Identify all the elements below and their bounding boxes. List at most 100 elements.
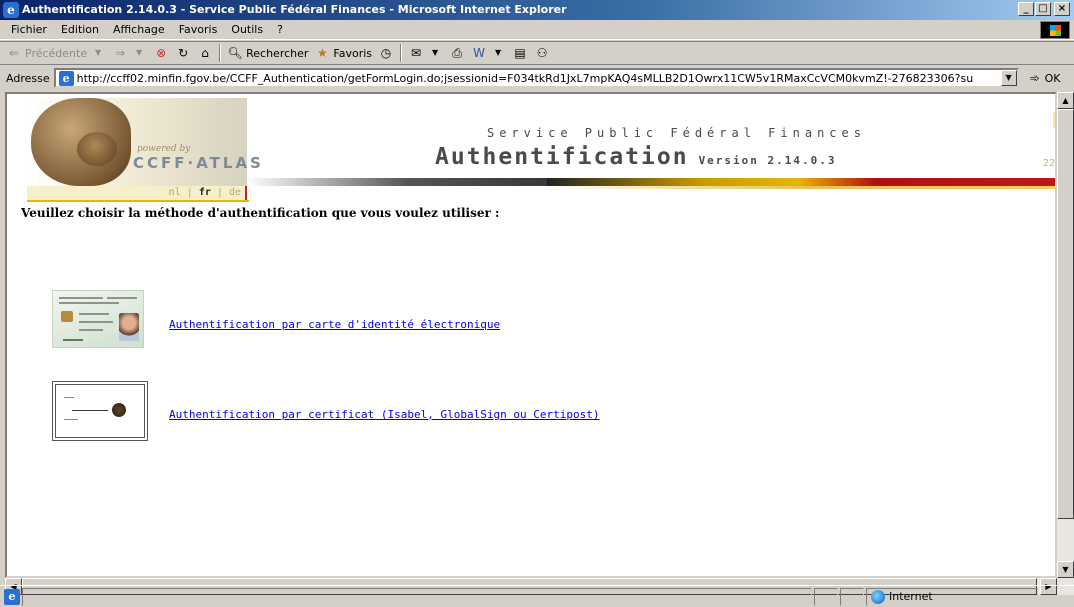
windows-logo-icon: [1040, 21, 1070, 39]
home-button[interactable]: ⌂: [197, 45, 213, 61]
favorites-label: Favoris: [333, 46, 373, 60]
toolbar-separator: [219, 44, 222, 62]
atlas-logo-detail: [77, 132, 117, 166]
back-label: Précédente: [25, 46, 88, 60]
header-stripe-under: [547, 186, 1055, 189]
discuss-icon: ▤: [514, 46, 526, 60]
page-title-text: Authentification: [435, 144, 689, 170]
menu-favoris[interactable]: Favoris: [172, 23, 225, 36]
eid-card-image[interactable]: [52, 290, 144, 348]
card-text-line: [59, 302, 119, 304]
print-icon: ⎙: [452, 46, 462, 60]
card-text-line: [79, 329, 103, 331]
address-url[interactable]: http://ccff02.minfin.fgov.be/CCFF_Authen…: [77, 72, 974, 85]
favorites-button[interactable]: ★ Favoris: [314, 45, 372, 61]
ie-icon[interactable]: e: [3, 2, 19, 18]
minimize-button[interactable]: _: [1018, 2, 1034, 16]
lang-separator: |: [216, 187, 223, 198]
lang-de-link[interactable]: de: [229, 187, 241, 198]
stop-icon: ⊗: [156, 46, 167, 60]
page-viewport[interactable]: powered by CCFF·ATLAS Service Public Féd…: [5, 92, 1057, 578]
brand-logo: CCFF·ATLAS: [133, 154, 264, 172]
close-button[interactable]: ×: [1054, 2, 1070, 16]
header-stripe-red: [797, 178, 1055, 186]
address-dropdown-button[interactable]: ▼: [1000, 70, 1017, 86]
card-text-line: [59, 297, 103, 299]
vertical-scrollbar[interactable]: ▲ ▼: [1057, 92, 1074, 578]
certificate-image[interactable]: [52, 381, 148, 441]
menu-outils[interactable]: Outils: [224, 23, 270, 36]
toolbar: ⇐ Précédente ▼ ⇒ ▼ ⊗ ↻ ⌂ 🔍︎ Rechercher ★ Favo…: [0, 41, 1074, 65]
history-icon: ◷: [380, 46, 392, 60]
chip-icon: [61, 311, 73, 322]
chevron-down-icon: ▼: [136, 48, 143, 57]
menu-fichier[interactable]: Fichier: [4, 23, 54, 36]
version-label: Version 2.14.0.3: [698, 154, 837, 167]
menu-affichage[interactable]: Affichage: [106, 23, 172, 36]
mail-icon: ✉: [410, 46, 422, 60]
globe-icon: [871, 589, 885, 604]
refresh-icon: ↻: [178, 46, 189, 60]
status-bar: e Internet: [0, 585, 1074, 607]
page-title: Authentification Version 2.14.0.3: [435, 144, 837, 170]
chevron-down-icon: ▼: [494, 48, 502, 57]
chevron-down-icon: ▼: [431, 48, 439, 57]
instruction-text: Veuillez choisir la méthode d'authentifi…: [21, 206, 500, 220]
menu-edition[interactable]: Edition: [54, 23, 106, 36]
word-icon: W: [473, 46, 485, 60]
mail-button[interactable]: ✉ ▼: [408, 45, 443, 61]
home-icon: ⌂: [201, 46, 209, 60]
status-panel: [840, 587, 864, 606]
go-label: OK: [1044, 71, 1061, 85]
menu-help[interactable]: ?: [270, 23, 290, 36]
lang-separator: |: [186, 187, 193, 198]
maximize-button[interactable]: □: [1035, 2, 1051, 16]
stop-button[interactable]: ⊗: [153, 45, 169, 61]
card-signature: [63, 339, 83, 341]
security-zone[interactable]: Internet: [866, 587, 1038, 606]
certificate-line: [64, 419, 78, 420]
card-text-line: [79, 321, 113, 323]
search-button[interactable]: 🔍︎ Rechercher: [227, 45, 308, 61]
back-button[interactable]: ⇐ Précédente ▼: [6, 45, 106, 61]
favorites-icon: ★: [317, 46, 328, 60]
date-fragment: 22/0: [1043, 158, 1056, 169]
service-name: Service Public Fédéral Finances: [487, 126, 866, 140]
page-header: powered by CCFF·ATLAS Service Public Féd…: [7, 94, 1056, 218]
scroll-up-button[interactable]: ▲: [1057, 92, 1074, 109]
eid-auth-link[interactable]: Authentification par carte d'identité él…: [169, 318, 500, 331]
messenger-icon: ⚇: [536, 46, 548, 60]
status-text-panel: [22, 587, 812, 606]
forward-button[interactable]: ⇒ ▼: [112, 45, 147, 61]
scroll-down-button[interactable]: ▼: [1057, 561, 1074, 578]
go-button[interactable]: ➾ OK: [1027, 70, 1061, 86]
address-input[interactable]: e http://ccff02.minfin.fgov.be/CCFF_Auth…: [53, 68, 1019, 88]
search-label: Rechercher: [246, 46, 309, 60]
zone-label: Internet: [889, 590, 933, 603]
status-panel: [814, 587, 838, 606]
go-arrow-icon: ➾: [1029, 71, 1040, 85]
toolbar-separator: [400, 44, 403, 62]
back-arrow-icon: ⇐: [8, 46, 20, 60]
messenger-button[interactable]: ⚇: [534, 45, 550, 61]
discuss-button[interactable]: ▤: [512, 45, 528, 61]
refresh-button[interactable]: ↻: [175, 45, 191, 61]
certificate-auth-link[interactable]: Authentification par certificat (Isabel,…: [169, 408, 599, 421]
certificate-line: [72, 410, 108, 411]
lang-fr-link[interactable]: fr: [199, 187, 211, 198]
scroll-thumb[interactable]: [1057, 109, 1074, 519]
page-status-icon: e: [4, 588, 20, 605]
seal-icon: [112, 403, 126, 417]
address-bar: Adresse e http://ccff02.minfin.fgov.be/C…: [0, 66, 1074, 90]
search-icon: 🔍︎: [227, 46, 243, 60]
forward-arrow-icon: ⇒: [115, 46, 126, 60]
lang-nl-link[interactable]: nl: [169, 187, 181, 198]
history-button[interactable]: ◷: [378, 45, 394, 61]
language-switcher: nl | fr | de: [27, 186, 247, 200]
certificate-line: [64, 397, 74, 398]
language-underline: [27, 200, 249, 202]
menu-bar: Fichier Edition Affichage Favoris Outils…: [0, 20, 1074, 40]
print-button[interactable]: ⎙: [449, 45, 465, 61]
window-title-bar[interactable]: Authentification 2.14.0.3 - Service Publ…: [0, 0, 1074, 20]
edit-button[interactable]: W ▼: [471, 45, 506, 61]
